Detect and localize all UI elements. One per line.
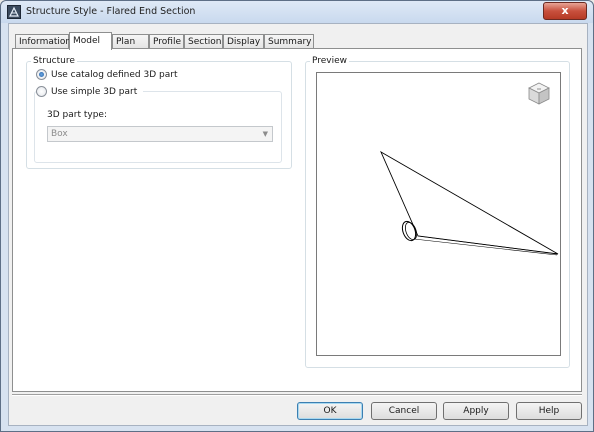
apply-button-label: Apply xyxy=(463,406,489,416)
simple-part-group: Use simple 3D part 3D part type: Box ▼ xyxy=(34,86,282,163)
flared-end-section-model xyxy=(380,150,559,256)
tab-plan[interactable]: Plan xyxy=(112,34,149,49)
part-type-value: Box xyxy=(51,129,68,139)
viewcube-icon[interactable] xyxy=(526,80,552,106)
tab-summary[interactable]: Summary xyxy=(264,34,314,49)
tab-section[interactable]: Section xyxy=(184,34,223,49)
help-button[interactable]: Help xyxy=(516,402,582,420)
window-title: Structure Style - Flared End Section xyxy=(26,6,196,17)
tab-display-label: Display xyxy=(227,37,261,47)
simple-part-option[interactable]: Use simple 3D part xyxy=(36,86,144,97)
ok-button-label: OK xyxy=(323,406,337,416)
tab-summary-label: Summary xyxy=(268,37,312,47)
catalog-part-option[interactable]: Use catalog defined 3D part xyxy=(36,69,177,80)
help-button-label: Help xyxy=(538,406,560,416)
tab-profile-label: Profile xyxy=(153,37,181,47)
model-tab-panel: Structure Use catalog defined 3D part Us… xyxy=(12,48,582,392)
tab-section-label: Section xyxy=(188,37,222,47)
tab-profile[interactable]: Profile xyxy=(149,34,184,49)
app-icon xyxy=(7,5,21,19)
catalog-part-label: Use catalog defined 3D part xyxy=(51,69,178,80)
preview-group: Preview xyxy=(305,56,570,368)
simple-part-radio[interactable] xyxy=(36,86,47,97)
ok-button[interactable]: OK xyxy=(297,402,363,420)
apply-button[interactable]: Apply xyxy=(443,402,509,420)
tab-display[interactable]: Display xyxy=(223,34,264,49)
tab-information-label: Information xyxy=(19,37,72,47)
tab-information[interactable]: Information xyxy=(15,34,72,49)
structure-group-label: Structure xyxy=(31,56,77,66)
tab-model[interactable]: Model xyxy=(69,32,112,50)
part-type-select[interactable]: Box ▼ xyxy=(47,126,273,142)
simple-part-label: Use simple 3D part xyxy=(51,86,138,97)
part-type-label: 3D part type: xyxy=(47,110,107,120)
catalog-part-radio[interactable] xyxy=(36,69,47,80)
close-button[interactable]: x xyxy=(543,2,587,20)
close-icon: x xyxy=(561,4,569,17)
dialog-window: Structure Style - Flared End Section x I… xyxy=(0,0,594,432)
preview-group-label: Preview xyxy=(310,56,350,66)
button-separator xyxy=(12,394,582,396)
cancel-button-label: Cancel xyxy=(388,406,420,416)
cancel-button[interactable]: Cancel xyxy=(371,402,437,420)
tab-plan-label: Plan xyxy=(116,37,136,47)
chevron-down-icon: ▼ xyxy=(262,130,268,138)
preview-canvas[interactable] xyxy=(316,72,561,356)
title-bar[interactable]: Structure Style - Flared End Section x xyxy=(1,1,593,23)
structure-group: Structure Use catalog defined 3D part Us… xyxy=(26,56,292,169)
dialog-client-area: Information Model Plan Profile Section D… xyxy=(8,23,588,426)
tab-model-label: Model xyxy=(73,36,101,46)
